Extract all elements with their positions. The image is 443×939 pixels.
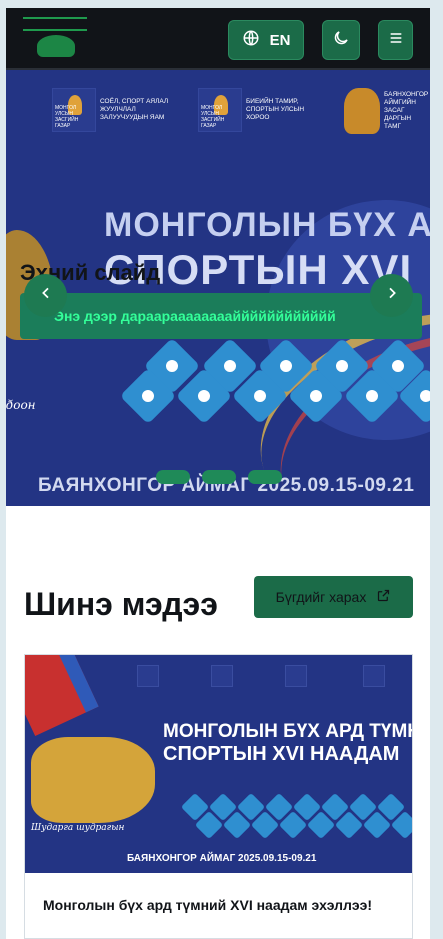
slide-subtitle: Энэ дээр дараараааааааайййййййййййй [20,293,422,339]
carousel-prev-button[interactable] [24,274,67,317]
carousel-indicator-1[interactable] [156,470,190,484]
chevron-left-icon [38,285,54,306]
page: EN ðoон МОНГОЛ УЛСЫН ЗАСГИЙН ГАЗАР СОЁЛ,… [6,8,430,939]
site-logo[interactable] [23,17,87,59]
view-all-label: Бүгдийг харах [275,589,367,605]
mongolia-map-image [31,737,155,823]
chevron-right-icon [384,285,400,306]
carousel-indicator-3[interactable] [248,470,282,484]
carousel-indicators [156,470,282,484]
news-card-image: МОНГОЛЫН БҮХ АРД ТҮМНИЙ СПОРТЫН XVI НААД… [25,655,412,873]
menu-button[interactable] [378,20,413,60]
globe-icon [242,29,260,52]
external-link-icon [376,588,391,606]
news-card[interactable]: МОНГОЛЫН БҮХ АРД ТҮМНИЙ СПОРТЫН XVI НААД… [24,654,413,939]
view-all-button[interactable]: Бүгдийг харах [254,576,413,618]
language-button[interactable]: EN [228,20,304,60]
news-card-headline[interactable]: Монголын бүх ард түмний XVI наадам эхэлл… [43,895,403,915]
hamburger-icon [388,30,404,51]
carousel-next-button[interactable] [370,274,413,317]
news-section-title: Шинэ мэдээ [24,586,218,622]
top-navbar: EN [6,8,430,70]
language-label: EN [269,31,291,49]
sport-icons-grid [6,70,430,506]
carousel-indicator-2[interactable] [202,470,236,484]
moon-icon [332,29,350,52]
theme-toggle-button[interactable] [322,20,360,60]
hero-carousel: ðoон МОНГОЛ УЛСЫН ЗАСГИЙН ГАЗАР СОЁЛ, СП… [6,70,430,506]
